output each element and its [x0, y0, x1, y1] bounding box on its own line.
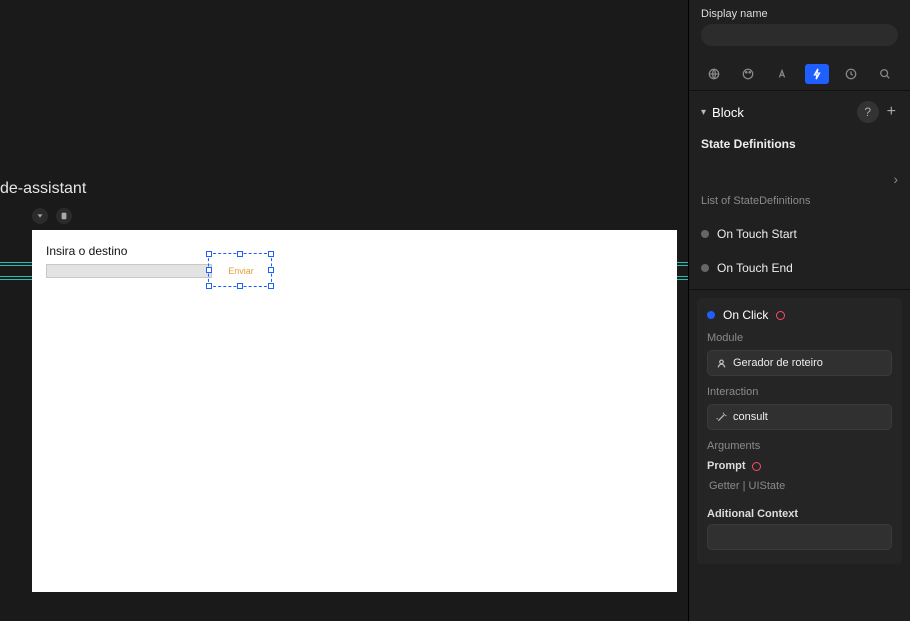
selected-button-label: Enviar	[228, 266, 254, 276]
tab-text[interactable]	[770, 64, 794, 84]
text-icon	[776, 68, 788, 80]
resize-handle-tl[interactable]	[206, 251, 212, 257]
interaction-label: Interaction	[707, 386, 892, 398]
caret-icon	[36, 212, 44, 220]
state-definitions-section: State Definitions	[689, 133, 910, 161]
inspector-tabs	[689, 58, 910, 91]
event-on-click-block: On Click Module Gerador de roteiro Inter…	[697, 298, 902, 564]
state-definitions-title: State Definitions	[701, 137, 898, 151]
tab-globe[interactable]	[702, 64, 726, 84]
inspector-panel: Display name ▾ Block ? + State Definitio…	[688, 0, 910, 621]
resize-handle-bl[interactable]	[206, 283, 212, 289]
divider	[689, 289, 910, 290]
status-dot-icon	[701, 230, 709, 238]
clock-icon	[845, 68, 857, 80]
status-dot-active-icon	[707, 311, 715, 319]
project-title: de-assistant	[0, 180, 86, 198]
prompt-label: Prompt	[707, 460, 746, 472]
artboard-text-input[interactable]	[46, 264, 212, 278]
resize-handle-ml[interactable]	[206, 267, 212, 273]
chevron-down-icon[interactable]: ▾	[701, 107, 706, 118]
additional-context-row: Aditional Context	[707, 508, 892, 520]
artboard-label: Insira o destino	[46, 244, 127, 258]
selected-button-element[interactable]: Enviar	[212, 262, 270, 280]
required-indicator-icon	[752, 462, 761, 471]
help-button[interactable]: ?	[857, 101, 879, 123]
tab-interactions[interactable]	[805, 64, 829, 84]
search-icon	[879, 68, 891, 80]
event-on-touch-end[interactable]: On Touch End	[689, 251, 910, 285]
display-name-label: Display name	[701, 8, 898, 20]
interaction-value: consult	[733, 411, 768, 423]
event-label: On Touch Start	[717, 227, 797, 241]
arguments-label: Arguments	[707, 440, 892, 452]
state-definitions-row[interactable]: ›	[689, 161, 910, 187]
additional-context-input[interactable]	[707, 524, 892, 550]
tab-search[interactable]	[873, 64, 897, 84]
event-label: On Click	[723, 308, 768, 322]
tab-history[interactable]	[839, 64, 863, 84]
resize-handle-br[interactable]	[268, 283, 274, 289]
prompt-row: Prompt	[707, 460, 892, 472]
tab-palette[interactable]	[736, 64, 760, 84]
block-header: ▾ Block ? +	[689, 91, 910, 133]
device-icon	[60, 212, 68, 220]
bolt-icon	[811, 68, 823, 80]
module-label: Module	[707, 332, 892, 344]
add-button[interactable]: +	[885, 103, 898, 121]
device-desktop-toggle[interactable]	[32, 208, 48, 224]
event-on-touch-start[interactable]: On Touch Start	[689, 217, 910, 251]
required-indicator-icon	[776, 311, 785, 320]
wand-icon	[716, 412, 727, 423]
module-select[interactable]: Gerador de roteiro	[707, 350, 892, 376]
block-title: Block	[712, 105, 851, 120]
user-icon	[716, 358, 727, 369]
device-mobile-toggle[interactable]	[56, 208, 72, 224]
event-label: On Touch End	[717, 261, 793, 275]
resize-handle-tr[interactable]	[268, 251, 274, 257]
prompt-value[interactable]: Getter | UIState	[707, 476, 892, 500]
artboard[interactable]: Insira o destino	[32, 230, 677, 592]
chevron-right-icon: ›	[893, 171, 898, 187]
additional-context-label: Aditional Context	[707, 508, 798, 520]
resize-handle-mr[interactable]	[268, 267, 274, 273]
globe-icon	[708, 68, 720, 80]
display-name-input[interactable]	[701, 24, 898, 46]
interaction-select[interactable]: consult	[707, 404, 892, 430]
resize-handle-bm[interactable]	[237, 283, 243, 289]
device-toggles	[32, 208, 72, 224]
module-value: Gerador de roteiro	[733, 357, 823, 369]
canvas[interactable]: de-assistant Insira o destino Enviar	[0, 0, 688, 621]
palette-icon	[742, 68, 754, 80]
status-dot-icon	[701, 264, 709, 272]
state-definitions-subtitle: List of StateDefinitions	[701, 195, 898, 207]
resize-handle-tm[interactable]	[237, 251, 243, 257]
